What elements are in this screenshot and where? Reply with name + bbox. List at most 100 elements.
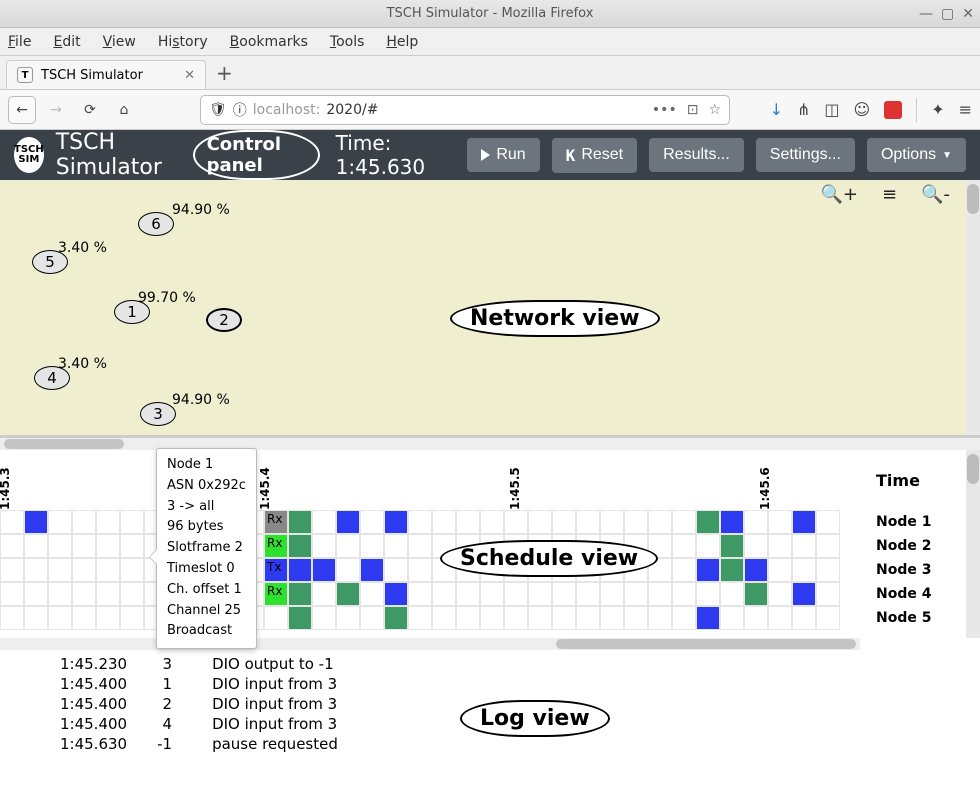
network-node-6[interactable]: 6	[138, 212, 174, 236]
schedule-cell[interactable]	[720, 534, 744, 558]
schedule-cell[interactable]	[120, 534, 144, 558]
schedule-cell[interactable]	[744, 606, 768, 630]
schedule-cell[interactable]	[336, 582, 360, 606]
hamburger-icon[interactable]: ≡	[959, 100, 972, 119]
schedule-cell[interactable]	[744, 558, 768, 582]
schedule-cell[interactable]	[696, 606, 720, 630]
zoom-in-icon[interactable]: 🔍+	[820, 184, 858, 205]
schedule-cell[interactable]	[480, 510, 504, 534]
schedule-cell[interactable]	[288, 534, 312, 558]
schedule-cell[interactable]	[288, 582, 312, 606]
schedule-cell[interactable]: Rx	[264, 582, 288, 606]
network-vscroll[interactable]	[966, 180, 980, 435]
reload-button[interactable]: ⟳	[76, 96, 104, 124]
schedule-cell[interactable]	[792, 606, 816, 630]
url-bar[interactable]: 🛡 ⓘ localhost:2020/# ••• ⊡ ☆	[200, 95, 730, 125]
menu-bookmarks[interactable]: Bookmarks	[230, 34, 308, 50]
schedule-cell[interactable]	[816, 510, 840, 534]
schedule-cell[interactable]	[48, 534, 72, 558]
schedule-cell[interactable]	[360, 582, 384, 606]
schedule-cell[interactable]	[48, 582, 72, 606]
schedule-cell[interactable]	[264, 606, 288, 630]
schedule-cell[interactable]	[720, 582, 744, 606]
schedule-cell[interactable]	[120, 558, 144, 582]
scroll-thumb[interactable]	[967, 184, 979, 214]
schedule-cell[interactable]	[312, 534, 336, 558]
schedule-cell[interactable]	[0, 558, 24, 582]
schedule-cell[interactable]	[336, 558, 360, 582]
scroll-thumb[interactable]	[556, 639, 856, 649]
schedule-cell[interactable]	[24, 606, 48, 630]
schedule-cell[interactable]	[576, 582, 600, 606]
schedule-cell[interactable]	[48, 606, 72, 630]
schedule-cell[interactable]	[792, 510, 816, 534]
window-minimize-button[interactable]: —	[919, 6, 933, 22]
schedule-cell[interactable]	[720, 606, 744, 630]
browser-tab[interactable]: T TSCH Simulator ✕	[6, 60, 206, 89]
schedule-cell[interactable]	[576, 606, 600, 630]
schedule-cell[interactable]	[768, 582, 792, 606]
schedule-cell[interactable]	[672, 510, 696, 534]
schedule-cell[interactable]	[624, 510, 648, 534]
reader-icon[interactable]: ⊡	[687, 102, 699, 118]
schedule-cell[interactable]	[648, 510, 672, 534]
options-button[interactable]: Options▼	[867, 138, 966, 172]
schedule-vscroll[interactable]	[966, 450, 980, 638]
schedule-cell[interactable]: Tx	[264, 558, 288, 582]
schedule-cell[interactable]	[744, 582, 768, 606]
schedule-cell[interactable]	[336, 510, 360, 534]
schedule-cell[interactable]	[600, 582, 624, 606]
schedule-cell[interactable]	[768, 606, 792, 630]
schedule-cell[interactable]: Rx	[264, 534, 288, 558]
schedule-cell[interactable]	[24, 558, 48, 582]
schedule-cell[interactable]	[768, 510, 792, 534]
schedule-cell[interactable]	[0, 510, 24, 534]
network-hscroll[interactable]	[0, 438, 980, 450]
downloads-icon[interactable]: ↓	[770, 100, 783, 119]
schedule-cell[interactable]	[24, 510, 48, 534]
schedule-cell[interactable]	[624, 606, 648, 630]
schedule-cell[interactable]	[504, 510, 528, 534]
extensions-icon[interactable]: ✦	[931, 100, 944, 119]
forward-button[interactable]: →	[42, 96, 70, 124]
settings-button[interactable]: Settings...	[756, 138, 855, 172]
schedule-cell[interactable]	[288, 606, 312, 630]
schedule-cell[interactable]	[600, 510, 624, 534]
schedule-cell[interactable]	[624, 582, 648, 606]
schedule-cell[interactable]	[768, 534, 792, 558]
schedule-cell[interactable]	[816, 558, 840, 582]
schedule-cell[interactable]	[312, 606, 336, 630]
schedule-cell[interactable]	[528, 582, 552, 606]
account-icon[interactable]: ☺	[854, 100, 871, 119]
schedule-cell[interactable]	[720, 558, 744, 582]
schedule-cell[interactable]	[792, 534, 816, 558]
schedule-cell[interactable]	[432, 606, 456, 630]
schedule-cell[interactable]	[288, 558, 312, 582]
schedule-cell[interactable]	[648, 582, 672, 606]
schedule-cell[interactable]	[120, 606, 144, 630]
library-icon[interactable]: ⋔	[797, 100, 810, 119]
scroll-thumb[interactable]	[967, 454, 979, 484]
schedule-cell[interactable]	[792, 582, 816, 606]
schedule-cell[interactable]	[0, 606, 24, 630]
schedule-cell[interactable]	[576, 510, 600, 534]
menu-help[interactable]: Help	[386, 34, 418, 50]
schedule-cell[interactable]	[504, 606, 528, 630]
schedule-cell[interactable]	[408, 582, 432, 606]
schedule-cell[interactable]	[456, 510, 480, 534]
schedule-cell[interactable]	[0, 582, 24, 606]
more-icon[interactable]: •••	[652, 102, 677, 118]
schedule-cell[interactable]	[96, 606, 120, 630]
schedule-cell[interactable]	[744, 510, 768, 534]
zoom-out-icon[interactable]: 🔍-	[921, 184, 950, 205]
schedule-cell[interactable]	[0, 534, 24, 558]
schedule-cell[interactable]	[696, 510, 720, 534]
schedule-cell[interactable]: Rx	[264, 510, 288, 534]
star-icon[interactable]: ☆	[708, 102, 721, 118]
schedule-cell[interactable]	[312, 558, 336, 582]
schedule-cell[interactable]	[696, 582, 720, 606]
schedule-cell[interactable]	[120, 510, 144, 534]
schedule-cell[interactable]	[816, 606, 840, 630]
sidebar-icon[interactable]: ◫	[824, 100, 839, 119]
schedule-cell[interactable]	[72, 606, 96, 630]
